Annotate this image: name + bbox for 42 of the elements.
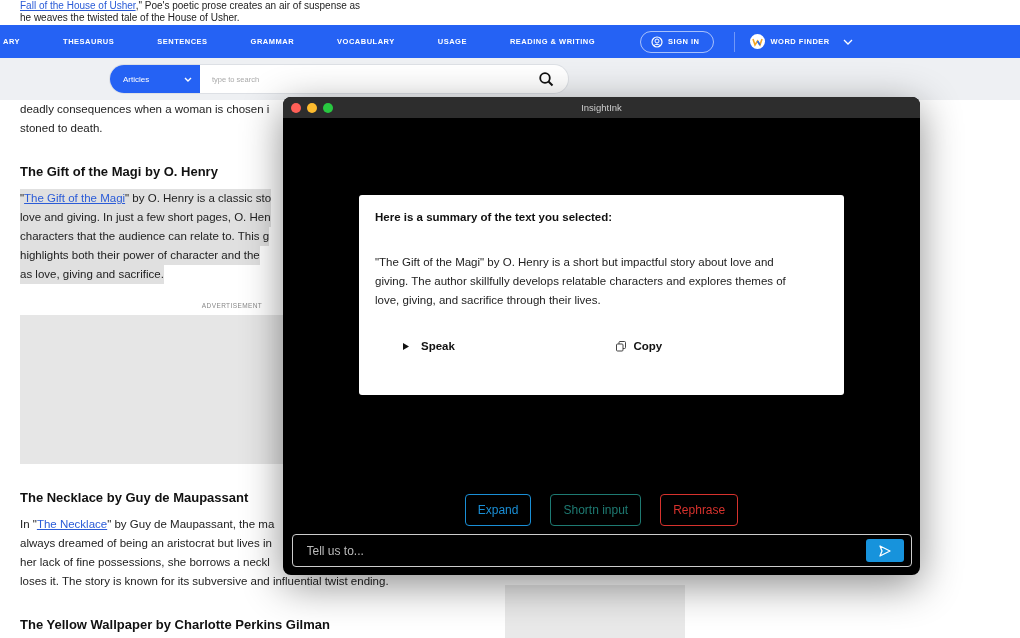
summary-heading: Here is a summary of the text you selected: — [375, 211, 613, 223]
chevron-down-icon — [842, 38, 853, 45]
article-text: Fall of the House of Usher," Poe's poetic prose creates an air of suspense as — [20, 0, 361, 12]
article-heading: The Gift of the Magi by O. Henry — [20, 163, 218, 181]
action-button[interactable]: Shortn input — [550, 494, 642, 526]
category-dropdown[interactable]: Articles — [110, 65, 200, 93]
copy-button[interactable]: Copy — [615, 340, 828, 352]
chevron-down-icon — [184, 76, 192, 82]
article-text: "The Gift of the Magi" by O. Henry is a classic sto — [20, 189, 272, 208]
prompt-field[interactable]: Tell us to... — [304, 542, 866, 559]
play-icon — [403, 342, 409, 350]
article-text: stoned to death. — [20, 121, 103, 136]
article-link[interactable]: The Necklace — [36, 518, 108, 530]
article-text: In "The Necklace" by Guy de Maupassant, the ma — [20, 517, 275, 532]
article-heading: The Necklace by Guy de Maupassant — [20, 489, 249, 507]
article-text: he weaves the twisted tale of the House of Usher. — [20, 12, 240, 24]
action-button[interactable]: Rephrase — [660, 494, 739, 526]
search-icon[interactable] — [539, 71, 554, 87]
article-link[interactable]: Fall of the House of Usher — [20, 0, 136, 11]
send-icon — [878, 544, 891, 557]
article-text: love and giving. In just a few short pages, O. Hen — [20, 208, 271, 227]
action-button[interactable]: Expand — [464, 494, 532, 526]
zoom-button[interactable] — [323, 102, 333, 113]
prompt-field[interactable]: Tell us to... — [291, 534, 912, 567]
article-text: deadly consequences when a woman is chosen i — [20, 102, 270, 117]
article-text: always dreamed of being an aristocrat but lives in — [20, 536, 272, 551]
copy-icon — [615, 340, 626, 352]
minimize-button[interactable] — [307, 102, 317, 113]
article-link[interactable]: The Gift of the Magi — [24, 192, 126, 204]
speak-button[interactable]: Speak — [403, 340, 616, 352]
window-title: InsightInk — [581, 102, 622, 113]
send-button[interactable] — [865, 539, 904, 562]
article-text: her lack of fine possessions, she borrows a neckl — [20, 555, 270, 570]
logo-icon — [750, 34, 766, 49]
summary-text: "The Gift of the Magi" by O. Henry is a short but impactful story about love and giving. The author skillfully develops relatable characters and explores themes of love, giving, and sacrifice through their lives. — [375, 255, 787, 308]
article-text: loses it. The story is known for its subversive and influential twist ending. — [20, 574, 389, 589]
article-text: highlights both their power of character and the — [20, 246, 260, 265]
user-icon — [651, 35, 664, 48]
article-heading: The Yellow Wallpaper by Charlotte Perkins Gilman — [20, 616, 330, 634]
article-text: as love, giving and sacrifice. — [20, 265, 164, 284]
close-button[interactable] — [291, 102, 301, 113]
article-text: characters that the audience can relate to. This g — [20, 227, 270, 246]
